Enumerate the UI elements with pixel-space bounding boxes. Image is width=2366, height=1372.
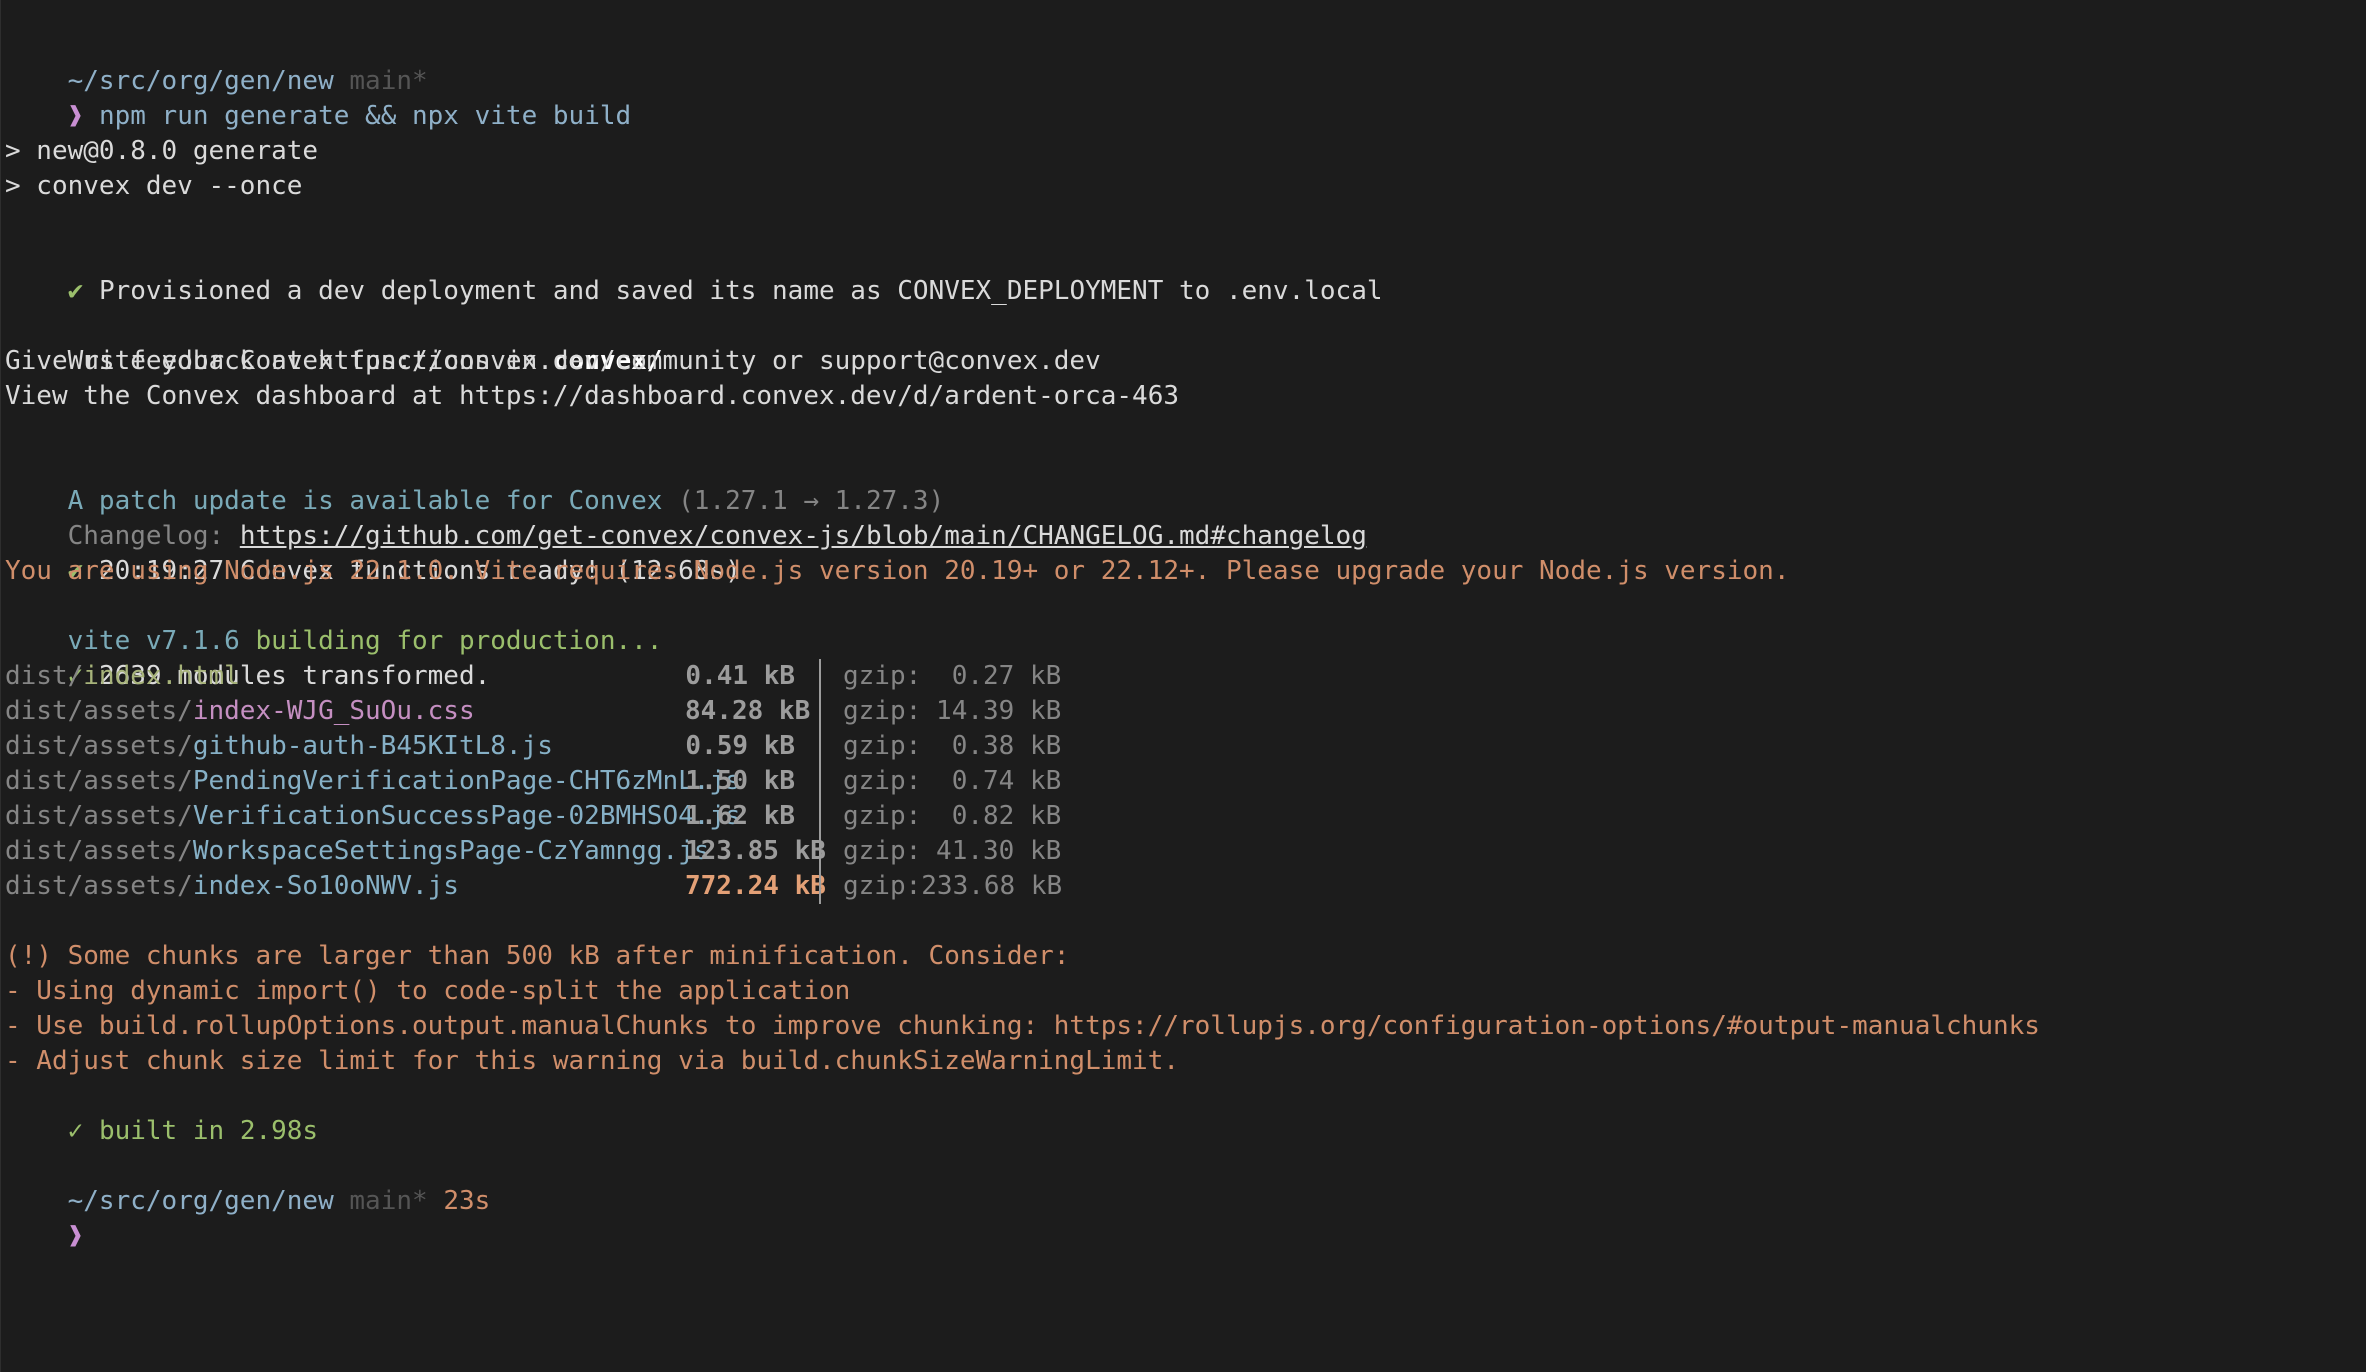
check-icon: ✔: [67, 276, 84, 306]
npm-script-line: > convex dev --once: [5, 171, 303, 201]
column-divider: [819, 729, 821, 764]
gzip-size: 0.38 kB: [951, 731, 1062, 761]
command-text: npm run generate && npx vite build: [98, 101, 632, 131]
prompt-header: ~/src/org/gen/new main* 23s: [5, 1149, 2366, 1216]
gzip-label: gzip:: [843, 766, 922, 796]
asset-row: dist/index.html 0.41 kB gzip: 0.27 kB: [5, 659, 2366, 694]
gzip-size: 233.68 kB: [921, 871, 1063, 901]
prompt-path: ~/src/org/gen/new: [67, 66, 334, 96]
provisioned-line: ✔ Provisioned a dev deployment and saved…: [5, 239, 2366, 306]
command-duration: 23s: [443, 1186, 491, 1216]
asset-path: dist/assets/github-auth-B45KItL8.js: [5, 729, 685, 764]
prompt-header: ~/src/org/gen/new main*: [5, 29, 2366, 96]
asset-size: 1.62 kB: [685, 801, 795, 831]
asset-file: index-So10oNWV.js: [192, 871, 459, 901]
chunk-tip: - Adjust chunk size limit for this warni…: [5, 1046, 1179, 1076]
asset-dir: dist/assets/: [5, 801, 193, 831]
asset-file: index-WJG_SuOu.css: [192, 696, 475, 726]
asset-size: 84.28 kB: [685, 696, 811, 726]
gzip-label: gzip:: [843, 836, 922, 866]
vite-version: vite v7.1.6: [67, 626, 240, 656]
gzip-label: gzip:: [843, 801, 922, 831]
changelog-link[interactable]: https://github.com/get-convex/convex-js/…: [240, 521, 1367, 551]
asset-row: dist/assets/VerificationSuccessPage-02BM…: [5, 799, 2366, 834]
asset-row: dist/assets/index-So10oNWV.js 772.24 kB gz…: [5, 869, 2366, 904]
changelog-label: Changelog:: [67, 521, 240, 551]
asset-row: dist/assets/github-auth-B45KItL8.js 0.59 …: [5, 729, 2366, 764]
vite-building-text: building for production...: [239, 626, 663, 656]
asset-dir: dist/assets/: [5, 731, 193, 761]
gzip-label: gzip:: [843, 661, 922, 691]
asset-size: 0.41 kB: [685, 661, 795, 691]
npm-script-line: > new@0.8.0 generate: [5, 136, 319, 166]
asset-row: dist/assets/WorkspaceSettingsPage-CzYamn…: [5, 834, 2366, 869]
asset-dir: dist/assets/: [5, 871, 193, 901]
vite-building-line: vite v7.1.6 building for production...: [5, 589, 2366, 656]
write-functions-line: Write your Convex functions in convex/: [5, 309, 2366, 376]
asset-size: 123.85 kB: [685, 836, 826, 866]
asset-file: VerificationSuccessPage-02BMHSO4.js: [192, 801, 741, 831]
git-branch: main*: [349, 66, 428, 96]
asset-path: dist/assets/index-So10oNWV.js: [5, 869, 685, 904]
built-line: ✓ built in 2.98s: [5, 1079, 2366, 1146]
update-versions: (1.27.1 → 1.27.3): [678, 486, 945, 516]
terminal-window[interactable]: ~/src/org/gen/new main* ❱ npm run genera…: [0, 0, 2366, 1372]
asset-dir: dist/assets/: [5, 836, 193, 866]
prompt-symbol: ❱: [67, 101, 84, 131]
column-divider: [819, 694, 821, 729]
gzip-label: gzip:: [843, 696, 922, 726]
asset-row: dist/assets/index-WJG_SuOu.css 84.28 kB gz…: [5, 694, 2366, 729]
asset-size: 772.24 kB: [685, 871, 826, 901]
feedback-line: Give us feedback at https://convex.dev/c…: [5, 346, 1101, 376]
asset-path: dist/index.html: [5, 659, 685, 694]
update-text: A patch update is available for Convex: [67, 486, 679, 516]
asset-dir: dist/assets/: [5, 696, 193, 726]
asset-path: dist/assets/PendingVerificationPage-CHT6…: [5, 764, 741, 799]
chunk-tip: - Use build.rollupOptions.output.manualC…: [5, 1011, 2040, 1041]
chunk-tip: - Using dynamic import() to code-split t…: [5, 976, 851, 1006]
gzip-size: 0.82 kB: [951, 801, 1062, 831]
asset-file: github-auth-B45KItL8.js: [192, 731, 553, 761]
chunk-warning: (!) Some chunks are larger than 500 kB a…: [5, 941, 1070, 971]
prompt-path: ~/src/org/gen/new: [67, 1186, 334, 1216]
column-divider: [819, 869, 821, 904]
update-line: A patch update is available for Convex (…: [5, 449, 2366, 516]
asset-path: dist/assets/VerificationSuccessPage-02BM…: [5, 799, 741, 834]
asset-row: dist/assets/PendingVerificationPage-CHT6…: [5, 764, 2366, 799]
gzip-size: 41.30 kB: [936, 836, 1062, 866]
asset-size: 1.50 kB: [685, 766, 795, 796]
node-warning: You are using Node.js 22.1.0. Vite requi…: [5, 556, 1790, 586]
git-branch: main*: [349, 1186, 428, 1216]
column-divider: [819, 799, 821, 834]
column-divider: [819, 659, 821, 694]
gzip-size: 14.39 kB: [936, 696, 1062, 726]
built-text: built in 2.98s: [98, 1116, 319, 1146]
asset-dir: dist/assets/: [5, 766, 193, 796]
column-divider: [819, 764, 821, 799]
asset-file: index.html: [83, 661, 240, 691]
asset-file: PendingVerificationPage-CHT6zMnL.js: [192, 766, 741, 796]
column-divider: [819, 834, 821, 869]
asset-file: WorkspaceSettingsPage-CzYamngg.js: [192, 836, 710, 866]
gzip-size: 0.27 kB: [951, 661, 1062, 691]
provisioned-text: Provisioned a dev deployment and saved i…: [98, 276, 1383, 306]
check-icon: ✓: [67, 1116, 84, 1146]
asset-path: dist/assets/WorkspaceSettingsPage-CzYamn…: [5, 834, 709, 869]
asset-list: dist/index.html 0.41 kB gzip: 0.27 kB dist/a…: [5, 659, 2366, 904]
gzip-size: 0.74 kB: [951, 766, 1062, 796]
asset-dir: dist/: [5, 661, 84, 691]
asset-path: dist/assets/index-WJG_SuOu.css: [5, 694, 685, 729]
dashboard-line: View the Convex dashboard at https://das…: [5, 381, 1179, 411]
gzip-label: gzip:: [843, 871, 922, 901]
prompt-symbol: ❱: [67, 1221, 84, 1251]
gzip-label: gzip:: [843, 731, 922, 761]
asset-size: 0.59 kB: [685, 731, 795, 761]
